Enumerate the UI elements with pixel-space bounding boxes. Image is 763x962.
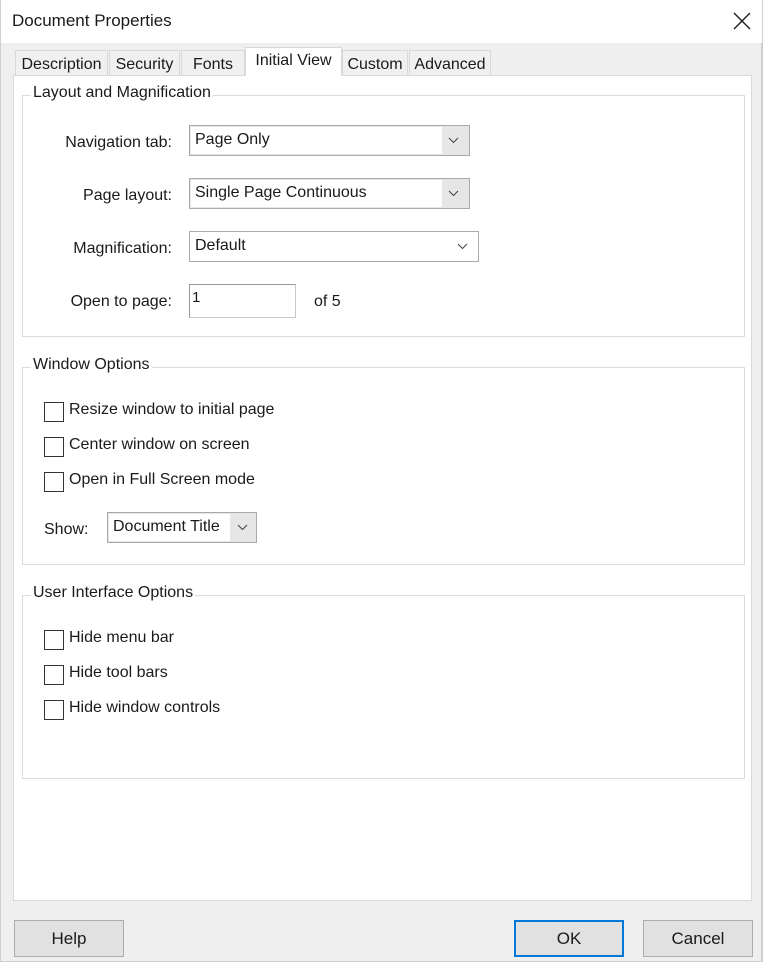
chevron-down-icon (237, 524, 248, 531)
checkbox-box[interactable] (44, 630, 64, 650)
close-button[interactable] (727, 6, 757, 36)
chevron-down-icon (457, 243, 468, 250)
close-icon (733, 12, 751, 30)
group-title: User Interface Options (31, 584, 196, 602)
checkbox-box[interactable] (44, 437, 64, 457)
checkbox-label: Hide window controls (69, 699, 221, 716)
navigation-tab-label: Navigation tab: (65, 134, 172, 151)
magnification-label: Magnification: (73, 240, 172, 257)
tab-description[interactable]: Description (15, 50, 108, 75)
page-layout-select[interactable]: Single Page Continuous (189, 178, 470, 209)
chevron-down-icon (448, 190, 459, 197)
magnification-select[interactable]: Default (189, 231, 479, 262)
user-interface-options-group: User Interface Options Hide menu bar Hid… (22, 584, 745, 779)
checkbox-box[interactable] (44, 472, 64, 492)
help-button[interactable]: Help (14, 920, 124, 957)
group-title: Layout and Magnification (31, 84, 213, 102)
checkbox-label: Hide tool bars (69, 664, 168, 681)
group-title: Window Options (31, 356, 152, 374)
title-bar: Document Properties (1, 0, 762, 43)
tab-security[interactable]: Security (109, 50, 180, 75)
checkbox-box[interactable] (44, 700, 64, 720)
window-options-group: Window Options Resize window to initial … (22, 356, 745, 565)
document-properties-dialog: Document Properties Description Security… (0, 0, 763, 962)
show-select[interactable]: Document Title (107, 512, 257, 543)
tab-initial-view[interactable]: Initial View (245, 47, 342, 76)
checkbox-box[interactable] (44, 402, 64, 422)
ok-button[interactable]: OK (514, 920, 624, 957)
cancel-button[interactable]: Cancel (643, 920, 753, 957)
page-count-text: of 5 (314, 293, 341, 310)
open-to-page-input[interactable]: 1 (189, 284, 296, 318)
page-layout-value: Single Page Continuous (191, 180, 442, 207)
checkbox-label: Center window on screen (69, 436, 250, 453)
checkbox-label: Open in Full Screen mode (69, 471, 255, 488)
layout-magnification-group: Layout and Magnification Navigation tab:… (22, 84, 745, 337)
tab-fonts[interactable]: Fonts (181, 50, 245, 75)
magnification-value: Default (191, 233, 477, 260)
tab-custom[interactable]: Custom (342, 50, 408, 75)
checkbox-box[interactable] (44, 665, 64, 685)
checkbox-label: Hide menu bar (69, 629, 174, 646)
navigation-tab-value: Page Only (191, 127, 442, 154)
show-label: Show: (44, 521, 89, 538)
open-to-page-label: Open to page: (70, 293, 172, 310)
page-layout-label: Page layout: (83, 187, 172, 204)
chevron-down-icon (448, 137, 459, 144)
show-value: Document Title (109, 514, 230, 541)
tab-advanced[interactable]: Advanced (409, 50, 491, 75)
dialog-title: Document Properties (12, 11, 172, 30)
checkbox-label: Resize window to initial page (69, 401, 275, 418)
navigation-tab-select[interactable]: Page Only (189, 125, 470, 156)
tab-panel-initial-view: Layout and Magnification Navigation tab:… (13, 75, 752, 901)
